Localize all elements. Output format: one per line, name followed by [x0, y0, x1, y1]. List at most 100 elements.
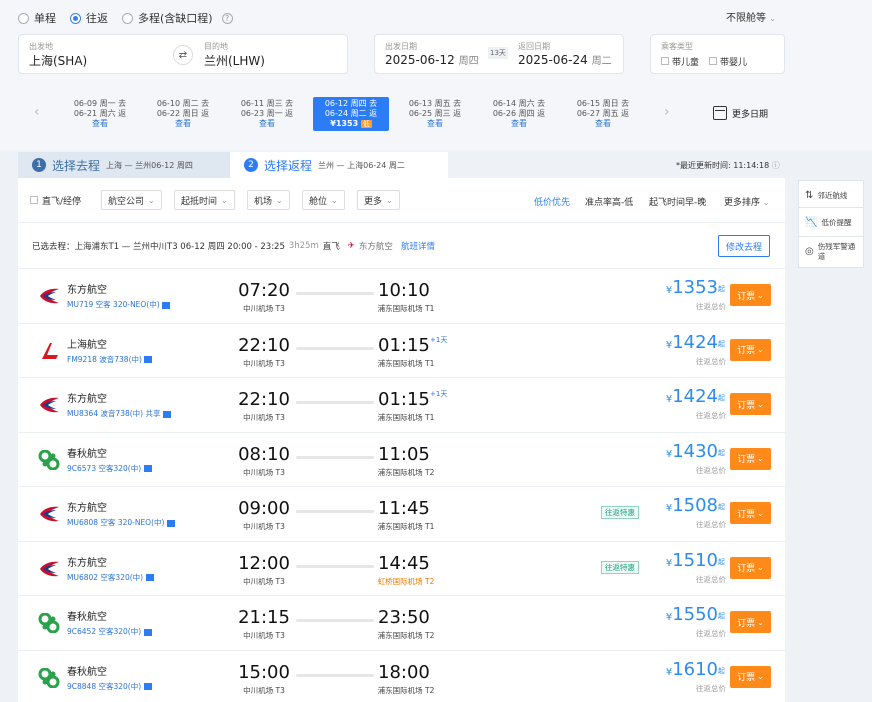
date-go: 06-11 周三 去: [240, 99, 294, 108]
flight-row: 东方航空 MU8364 波音738(中) 共享 22:10 中川机场 T3 01…: [18, 377, 785, 429]
flight-number[interactable]: FM9218 波音738(中): [67, 354, 153, 365]
date-option[interactable]: 06-14 周六 去 06-26 周四 返查看: [481, 97, 557, 131]
filter-label: 起抵时间: [181, 196, 218, 207]
next-dates-icon[interactable]: ›: [664, 104, 670, 120]
side-military-channel[interactable]: ◎ 伤残军警通道: [798, 236, 864, 268]
date-option[interactable]: 06-09 周一 去 06-21 周六 返查看: [62, 97, 138, 131]
filter-more[interactable]: 更多 ⌄: [357, 190, 400, 210]
book-label: 订票: [737, 455, 756, 465]
meal-icon: [166, 519, 175, 527]
flight-number[interactable]: MU8364 波音738(中) 共享: [67, 408, 171, 419]
price-value: 1430: [672, 440, 718, 462]
departure-time: 21:15: [238, 607, 290, 628]
radio-multi[interactable]: 多程(含缺口程) ?: [122, 10, 233, 26]
arrival-airport: 虹桥国际机场 T2: [377, 576, 435, 586]
filter-airline[interactable]: 航空公司 ⌄: [101, 190, 162, 210]
date-go: 06-13 周五 去: [408, 99, 462, 108]
more-dates-button[interactable]: 更多日期: [713, 106, 768, 120]
date-box: 出发日期 2025-06-12 周四 13天 返回日期 2025-06-24 周二: [374, 34, 624, 74]
book-button[interactable]: 订票 ⌄: [730, 611, 771, 633]
flight-number[interactable]: 9C6452 空客320(中): [67, 626, 152, 637]
date-option[interactable]: 06-12 周四 去 06-24 周二 返 ¥1353 低: [313, 97, 389, 131]
departure-time: 22:10: [238, 389, 290, 410]
flight-number[interactable]: MU6808 空客 320-NEO(中): [67, 517, 175, 528]
filter-airport[interactable]: 机场 ⌄: [247, 190, 290, 210]
calendar-icon: [713, 106, 727, 120]
direct-checkbox[interactable]: 直飞/经停: [30, 190, 82, 210]
view-link[interactable]: 查看: [229, 119, 305, 129]
depart-date-field[interactable]: 出发日期 2025-06-12 周四: [385, 41, 479, 67]
date-option[interactable]: 06-11 周三 去 06-23 周一 返查看: [229, 97, 305, 131]
return-date-field[interactable]: 返回日期 2025-06-24 周二: [518, 41, 612, 67]
sort-punctual[interactable]: 准点率高-低: [585, 195, 633, 208]
cabin-class-select[interactable]: 不限舱等 ⌄: [726, 9, 776, 24]
departure-field[interactable]: 出发地 上海(SHA): [29, 41, 87, 69]
price-suffix: 起: [718, 394, 725, 402]
flight-number-text: 9C6573 空客320(中): [67, 463, 142, 473]
flight-number[interactable]: 9C8848 空客320(中): [67, 681, 152, 692]
change-outbound-button[interactable]: 修改去程: [718, 235, 770, 257]
price-value: 1550: [672, 604, 718, 625]
price-value: 1353: [672, 277, 718, 298]
selected-outbound: 已选去程：上海浦东T1 — 兰州中川T3 06-12 周四 20:00 - 23…: [18, 222, 785, 268]
infant-checkbox[interactable]: 带婴儿: [709, 55, 747, 68]
radio-roundtrip[interactable]: 往返: [70, 10, 108, 26]
sort-more[interactable]: 更多排序 ⌄: [724, 195, 770, 208]
flight-row: 上海航空 FM9218 波音738(中) 22:10 中川机场 T3 01:15…: [18, 322, 785, 375]
destination-field[interactable]: 目的地 兰州(LHW): [204, 41, 265, 69]
depart-date-dow: 周四: [458, 56, 479, 67]
date-option[interactable]: 06-10 周二 去 06-22 周日 返查看: [145, 97, 221, 131]
sort-departure[interactable]: 起飞时间早-晚: [649, 195, 706, 208]
view-link[interactable]: 查看: [565, 119, 641, 129]
chevron-down-icon: ⌄: [757, 672, 764, 681]
outbound-airline: 东方航空: [358, 242, 393, 252]
book-button[interactable]: 订票 ⌄: [730, 393, 771, 415]
help-icon[interactable]: ?: [221, 12, 233, 24]
radio-oneway[interactable]: 单程: [18, 10, 56, 26]
departure-airport: 中川机场 T3: [243, 358, 285, 368]
book-button[interactable]: 订票 ⌄: [730, 665, 771, 688]
flight-row: 东方航空 MU6802 空客320(中) 12:00 中川机场 T3 14:45…: [18, 540, 785, 593]
book-button[interactable]: 订票 ⌄: [730, 338, 771, 361]
book-button[interactable]: 订票 ⌄: [730, 284, 771, 306]
sort-low-price[interactable]: 低价优先: [534, 195, 570, 208]
tab-outbound[interactable]: 1 选择去程 上海 — 兰州06-12 周四: [18, 152, 230, 178]
child-checkbox[interactable]: 带儿童: [661, 55, 699, 68]
book-button[interactable]: 订票 ⌄: [730, 556, 771, 579]
book-label: 订票: [737, 673, 756, 683]
date-option[interactable]: 06-15 周日 去 06-27 周五 返查看: [565, 97, 641, 131]
side-nearby-routes[interactable]: ⇅ 邻近航线: [798, 180, 864, 210]
arrival-airport: 浦东国际机场 T2: [377, 467, 435, 477]
arrival-airport: 浦东国际机场 T2: [377, 685, 435, 695]
view-link[interactable]: 查看: [145, 119, 221, 129]
airline-name: 春秋航空: [67, 666, 107, 678]
book-button[interactable]: 订票 ⌄: [730, 447, 771, 470]
filter-cabin[interactable]: 舱位 ⌄: [302, 190, 345, 210]
flight-row: 春秋航空 9C8848 空客320(中) 15:00 中川机场 T3 18:00…: [18, 649, 785, 702]
step-badge: 2: [244, 158, 258, 172]
book-label: 订票: [737, 291, 756, 302]
side-price-alert[interactable]: 📉 低价提醒: [798, 207, 864, 237]
flight-number[interactable]: 9C6573 空客320(中): [67, 463, 152, 474]
price-value: 1510: [672, 549, 718, 571]
meal-icon: [162, 410, 171, 418]
book-button[interactable]: 订票 ⌄: [730, 502, 771, 524]
price: ¥1424: [658, 386, 718, 407]
location-icon: ◎: [805, 246, 814, 257]
view-link[interactable]: 查看: [397, 119, 473, 129]
tab-return[interactable]: 2 选择返程 兰州 — 上海06-24 周二: [230, 152, 448, 178]
date-option[interactable]: 06-13 周五 去 06-25 周三 返查看: [397, 97, 473, 131]
flight-detail-link[interactable]: 航班详情: [401, 240, 435, 252]
flight-number[interactable]: MU719 空客 320-NEO(中): [67, 299, 171, 310]
price-sub: 往返总价: [696, 302, 726, 311]
prev-dates-icon[interactable]: ‹: [34, 104, 40, 120]
meal-icon: [145, 574, 154, 581]
filter-time[interactable]: 起抵时间 ⌄: [174, 190, 235, 210]
arrival-time: 18:00: [378, 661, 430, 683]
swap-icon[interactable]: ⇄: [173, 45, 193, 65]
view-link[interactable]: 查看: [481, 119, 557, 129]
price: ¥1550: [658, 604, 718, 625]
promo-tag: 往返特惠: [601, 560, 639, 574]
flight-number[interactable]: MU6802 空客320(中): [67, 572, 154, 583]
view-link[interactable]: 查看: [62, 119, 138, 129]
